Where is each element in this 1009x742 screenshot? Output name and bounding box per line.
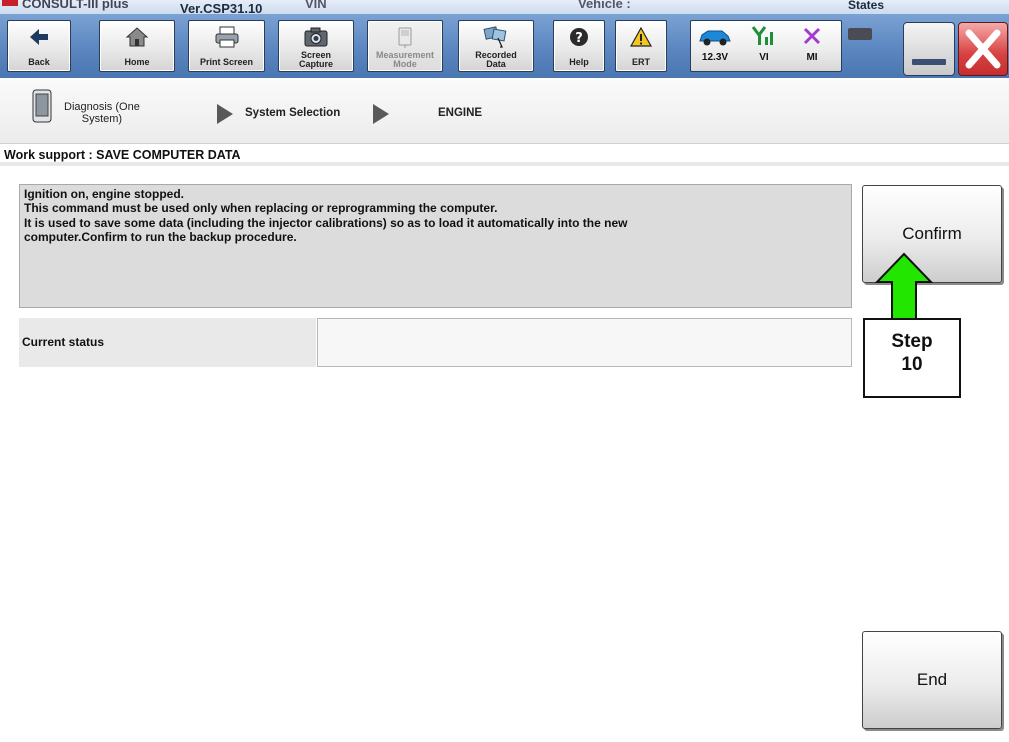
breadcrumb: Diagnosis (One System) System Selection …	[0, 80, 1009, 144]
breadcrumb-diagnosis[interactable]: Diagnosis (One System)	[64, 101, 140, 125]
warning-icon	[616, 25, 666, 49]
mi-x-icon	[803, 27, 821, 45]
home-button[interactable]: Home	[99, 20, 175, 72]
message-line: This command must be used only when repl…	[24, 201, 498, 216]
breadcrumb-arrow-icon	[373, 104, 389, 124]
recorded-data-icon	[459, 25, 533, 49]
screen-capture-button[interactable]: Screen Capture	[278, 20, 354, 72]
print-screen-label: Print Screen	[199, 57, 254, 67]
vi-label: VI	[759, 52, 769, 63]
measurement-icon	[368, 25, 442, 49]
home-icon	[100, 25, 174, 49]
vi-indicator: VI	[749, 25, 779, 63]
title-bar: CONSULT-III plus Ver.CSP31.10 VIN Vehicl…	[0, 0, 1009, 14]
current-status-row: Current status	[19, 318, 852, 367]
battery-voltage-indicator: 12.3V	[695, 27, 735, 63]
back-label: Back	[28, 57, 50, 67]
step-callout-line1: Step	[891, 331, 933, 352]
current-status-value	[317, 318, 852, 367]
breadcrumb-arrow-icon	[217, 104, 233, 124]
battery-icon	[848, 28, 872, 40]
help-icon: ?	[554, 25, 604, 49]
close-icon	[965, 29, 1001, 69]
vi-signal-icon	[751, 26, 773, 45]
toolbar: Back Home Print Screen Screen Capture Me…	[0, 14, 1009, 78]
step-pointer-arrow-icon	[874, 252, 934, 320]
print-screen-button[interactable]: Print Screen	[188, 20, 265, 72]
message-line: computer.Confirm to run the backup proce…	[24, 229, 297, 244]
close-button[interactable]	[958, 22, 1008, 76]
mi-label: MI	[806, 52, 818, 63]
recorded-data-button[interactable]: Recorded Data	[458, 20, 534, 72]
vin-label: VIN	[305, 0, 327, 11]
breadcrumb-diagnosis-line2: System)	[81, 113, 123, 125]
recorded-label-line2: Data	[486, 59, 506, 69]
measurement-mode-label: Measurement Mode	[368, 51, 442, 69]
home-label: Home	[124, 57, 150, 67]
measurement-mode-button[interactable]: Measurement Mode	[367, 20, 443, 72]
mi-indicator: MI	[797, 25, 827, 63]
message-line: Ignition on, engine stopped.	[24, 187, 184, 201]
diagnosis-device-icon	[32, 89, 52, 123]
camera-icon	[279, 25, 353, 49]
message-line: It is used to save some data (including …	[24, 215, 628, 230]
back-button[interactable]: Back	[7, 20, 71, 72]
app-name: CONSULT-III plus	[22, 0, 129, 11]
screen-capture-label-line2: Capture	[298, 59, 333, 69]
end-button[interactable]: End	[862, 631, 1002, 729]
states-label: States	[848, 0, 885, 12]
breadcrumb-diagnosis-line1: Diagnosis (One	[64, 101, 140, 113]
breadcrumb-engine[interactable]: ENGINE	[438, 107, 482, 119]
vehicle-status-panel: 12.3V VI MI	[690, 20, 842, 72]
recorded-data-label: Recorded Data	[459, 51, 533, 69]
svg-text:?: ?	[575, 31, 583, 46]
current-status-label: Current status	[19, 318, 316, 367]
step-callout-line2: 10	[901, 354, 923, 375]
app-version: Ver.CSP31.10	[180, 1, 263, 14]
ert-button[interactable]: ERT	[615, 20, 667, 72]
back-arrow-icon	[8, 25, 70, 49]
vehicle-label: Vehicle :	[578, 0, 631, 11]
help-button[interactable]: ? Help	[553, 20, 605, 72]
ert-label: ERT	[632, 57, 650, 67]
minimize-button[interactable]	[903, 22, 955, 76]
help-label: Help	[569, 57, 589, 67]
screen-capture-label: Screen Capture	[279, 51, 353, 69]
breadcrumb-system-selection[interactable]: System Selection	[245, 107, 340, 119]
measurement-label-line2: Mode	[393, 59, 417, 69]
page-title: Work support : SAVE COMPUTER DATA	[0, 144, 1009, 166]
step-callout: Step 10	[863, 318, 961, 398]
instruction-message: Ignition on, engine stopped. This comman…	[19, 184, 852, 308]
minimize-icon	[912, 59, 946, 65]
car-icon	[699, 30, 731, 46]
printer-icon	[189, 25, 264, 49]
app-logo-icon	[2, 0, 18, 6]
voltage-value: 12.3V	[701, 52, 729, 63]
